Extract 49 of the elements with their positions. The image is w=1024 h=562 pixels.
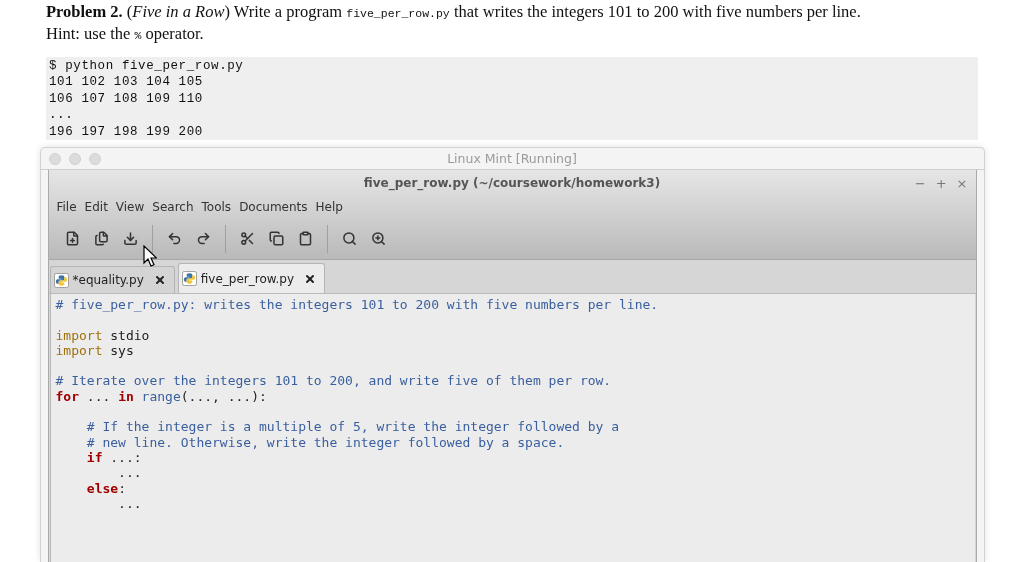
documents-icon (93, 231, 109, 246)
code-line: for ... in range(..., ...): (55, 388, 267, 405)
menu-item[interactable]: View (111, 200, 149, 214)
zoom-search-icon (370, 231, 386, 246)
code-line: # Iterate over the integers 101 to 200, and write five of them per row. (55, 373, 612, 389)
download-icon (122, 231, 138, 246)
window-control[interactable]: − (912, 175, 928, 191)
code-line: import sys (55, 342, 134, 359)
terminal-line: ... (49, 107, 74, 124)
code-line: if ...: (85, 449, 142, 466)
new-document-icon (64, 231, 80, 246)
window-control[interactable]: × (954, 175, 970, 191)
terminal-line: 196 197 198 199 200 (49, 123, 203, 141)
window-dot[interactable] (68, 152, 81, 165)
editor-title: five_per_row.py (~/coursework/homework3) (363, 176, 661, 190)
code-line: # new line. Otherwise, write the integer followed by a space. (85, 434, 565, 450)
code-line: ... (117, 495, 142, 512)
menu-item[interactable]: Documents (235, 200, 312, 214)
code-line: import stdio (55, 327, 150, 343)
file-tab[interactable]: *equality.py (49, 266, 175, 293)
terminal-line: 101 102 103 104 105 (49, 74, 203, 91)
window-title: Linux Mint [Running] (447, 151, 577, 166)
menu-item[interactable]: Help (311, 200, 347, 214)
mouse-cursor-icon (143, 245, 157, 267)
terminal-line: 106 107 108 109 110 (49, 90, 203, 108)
file-type-icon (53, 272, 69, 288)
cut-icon (239, 231, 255, 246)
undo-icon (166, 231, 182, 246)
redo-icon (195, 231, 211, 246)
hint-text: Hint: use the % operator. (46, 24, 205, 45)
file-tab[interactable]: five_per_row.py (177, 263, 325, 293)
code-line: ... (117, 465, 142, 481)
terminal-line: $ python five_per_row.py (49, 58, 244, 75)
menu-item[interactable]: Search (148, 200, 198, 214)
code-line: # If the integer is a multiple of 5, write the integer followed by a (85, 419, 620, 435)
close-icon[interactable] (153, 274, 166, 286)
paste-icon (297, 231, 313, 246)
window-dot[interactable] (88, 152, 101, 165)
code-line: else: (85, 480, 126, 496)
problem-statement: Problem 2. (Five in a Row) Write a program five_per_row.py that writes the integers 101 to 200 with five numbers per line. (46, 2, 862, 23)
search-icon (341, 231, 357, 246)
copy-icon (268, 231, 284, 246)
menu-item[interactable]: Tools (197, 200, 236, 214)
file-type-icon (181, 271, 197, 286)
window-dot[interactable] (48, 152, 61, 165)
close-icon[interactable] (304, 272, 316, 285)
menu-item[interactable]: File (52, 200, 81, 214)
code-line: # five_per_row.py: writes the integers 101 to 200 with five numbers per line. (55, 297, 659, 313)
menu-item[interactable]: Edit (80, 200, 112, 214)
